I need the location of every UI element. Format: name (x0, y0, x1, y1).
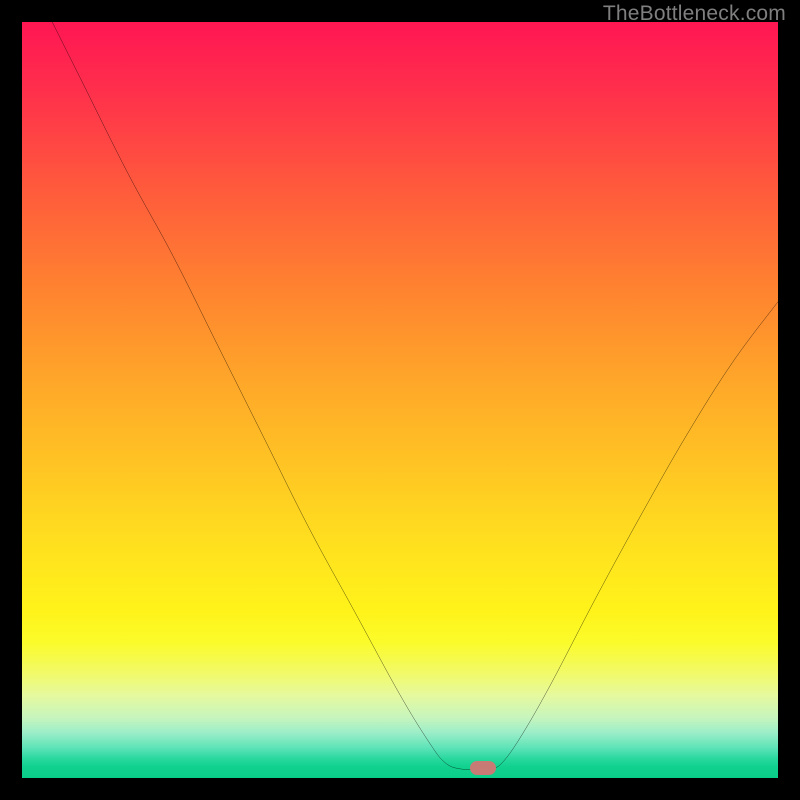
chart-frame: TheBottleneck.com (0, 0, 800, 800)
watermark-text: TheBottleneck.com (603, 2, 786, 26)
bottleneck-curve (22, 22, 778, 778)
plot-area (22, 22, 778, 778)
optimal-marker (470, 761, 496, 775)
